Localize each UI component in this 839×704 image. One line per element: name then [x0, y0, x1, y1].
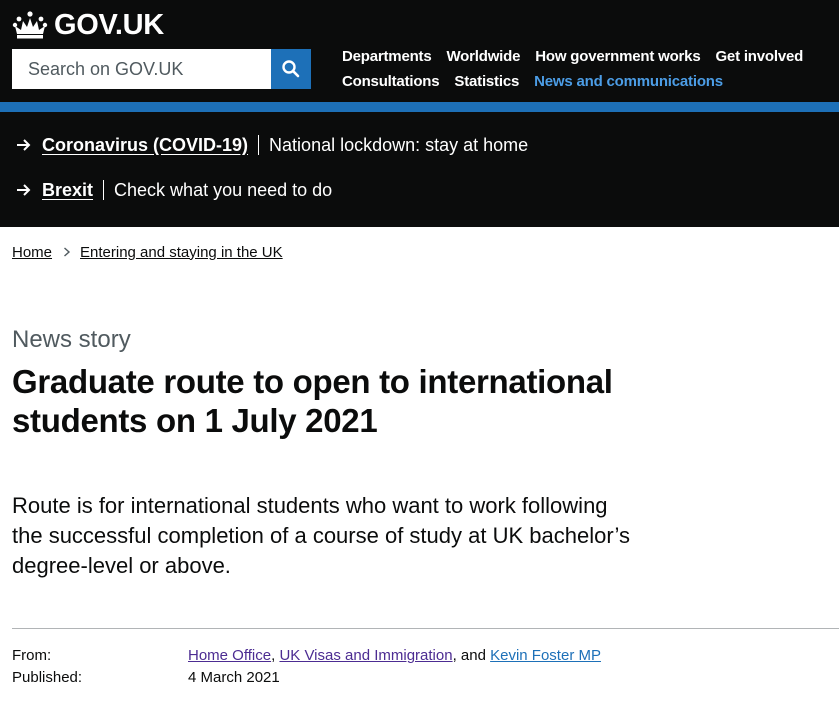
home-office-link[interactable]: Home Office [188, 647, 271, 664]
nav-link-consultations[interactable]: Consultations [342, 73, 440, 90]
search-input[interactable] [12, 49, 271, 89]
breadcrumb: Home Entering and staying in the UK [12, 242, 283, 262]
published-label: Published: [12, 669, 83, 686]
coronavirus-text: National lockdown: stay at home [269, 134, 529, 155]
page-title: Graduate route to open to international … [12, 363, 613, 439]
brexit-link[interactable]: Brexit [42, 180, 93, 201]
banner-divider [103, 180, 105, 200]
metadata: From: Home Office, UK Visas and Immigrat… [12, 645, 601, 689]
metadata-from-row: From: Home Office, UK Visas and Immigrat… [12, 645, 601, 667]
from-separator: , and [452, 647, 491, 664]
chevron-right-icon [64, 247, 71, 257]
nav-link-news-and-communications[interactable]: News and communications [534, 73, 723, 90]
coronavirus-link[interactable]: Coronavirus (COVID-19) [42, 135, 248, 156]
metadata-published-row: Published: 4 March 2021 [12, 667, 601, 689]
search-icon [282, 60, 300, 78]
breadcrumb-home-link[interactable]: Home [12, 244, 52, 261]
from-value: Home Office, UK Visas and Immigration, a… [188, 645, 601, 667]
published-date: 4 March 2021 [188, 669, 280, 686]
govuk-logo-link[interactable]: GOV.UK [12, 8, 164, 42]
page-caption: News story [12, 326, 131, 353]
nav-link-departments[interactable]: Departments [342, 48, 432, 65]
metadata-divider [12, 628, 839, 629]
nav-link-statistics[interactable]: Statistics [454, 73, 519, 90]
emergency-banner: Coronavirus (COVID-19) National lockdown… [0, 112, 839, 227]
search-button[interactable] [271, 49, 311, 89]
uk-visas-link[interactable]: UK Visas and Immigration [279, 647, 452, 664]
nav-row-1: Departments Worldwide How government wor… [342, 44, 839, 69]
kevin-foster-link[interactable]: Kevin Foster MP [490, 647, 601, 664]
crown-icon [12, 11, 48, 39]
brexit-text: Check what you need to do [114, 179, 333, 200]
nav-link-get-involved[interactable]: Get involved [715, 48, 803, 65]
breadcrumb-entering-staying-link[interactable]: Entering and staying in the UK [80, 244, 283, 261]
nav-link-how-government-works[interactable]: How government works [535, 48, 700, 65]
lead-paragraph: Route is for international students who … [12, 493, 630, 578]
logo-text: GOV.UK [54, 9, 164, 41]
from-label: From: [12, 647, 52, 664]
nav-link-worldwide[interactable]: Worldwide [447, 48, 521, 65]
header-blue-bar [0, 102, 839, 112]
arrow-right-icon [17, 184, 31, 196]
search-form [12, 49, 311, 89]
site-header: GOV.UK Departments Worldwide How governm… [0, 0, 839, 102]
banner-divider [258, 135, 260, 155]
banner-item-coronavirus: Coronavirus (COVID-19) National lockdown… [16, 132, 528, 158]
nav-row-2: Consultations Statistics News and commun… [342, 69, 839, 94]
arrow-right-icon [17, 139, 31, 151]
main-navigation: Departments Worldwide How government wor… [342, 44, 839, 94]
banner-item-brexit: Brexit Check what you need to do [16, 177, 332, 203]
